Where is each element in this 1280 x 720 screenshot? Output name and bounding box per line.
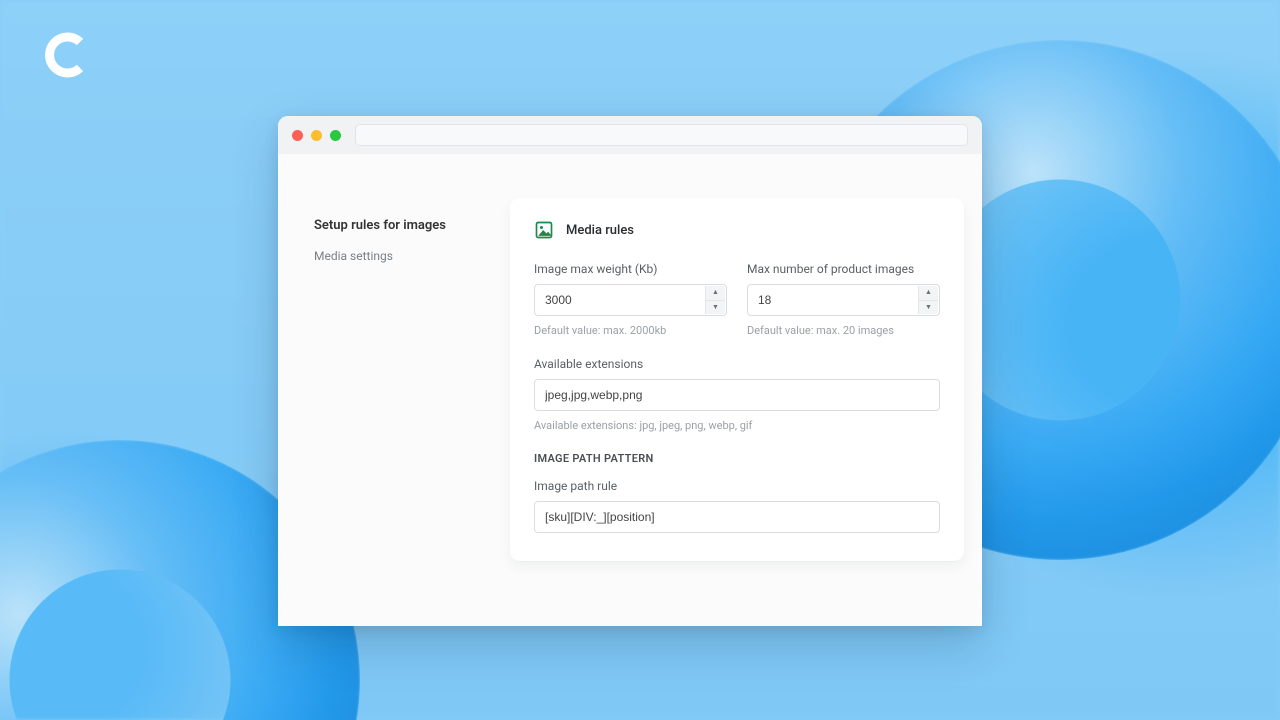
browser-content: Setup rules for images Media settings Me…	[278, 154, 982, 626]
url-bar[interactable]	[355, 124, 968, 146]
extensions-input[interactable]	[534, 379, 940, 411]
browser-window: Setup rules for images Media settings Me…	[278, 116, 982, 626]
main-panel: Media rules Image max weight (Kb) ▲ ▼ De…	[510, 154, 982, 626]
stepper-up-icon[interactable]: ▲	[919, 286, 938, 301]
media-rules-card: Media rules Image max weight (Kb) ▲ ▼ De…	[510, 198, 964, 561]
max-weight-label: Image max weight (Kb)	[534, 262, 727, 276]
max-weight-input[interactable]	[534, 284, 727, 316]
path-rule-label: Image path rule	[534, 479, 940, 493]
field-max-images: Max number of product images ▲ ▼ Default…	[747, 262, 940, 337]
card-title: Media rules	[566, 223, 634, 238]
stepper-down-icon[interactable]: ▼	[919, 301, 938, 315]
sidebar-item-media-settings[interactable]: Media settings	[314, 249, 480, 263]
brand-logo	[44, 32, 90, 78]
field-extensions: Available extensions Available extension…	[534, 357, 940, 432]
extensions-label: Available extensions	[534, 357, 940, 371]
card-header: Media rules	[534, 220, 940, 240]
sidebar-title: Setup rules for images	[314, 218, 480, 233]
section-image-path-pattern: IMAGE PATH PATTERN	[534, 452, 940, 465]
max-images-stepper: ▲ ▼	[918, 286, 938, 314]
field-max-weight: Image max weight (Kb) ▲ ▼ Default value:…	[534, 262, 727, 337]
maximize-icon[interactable]	[330, 130, 341, 141]
stepper-down-icon[interactable]: ▼	[706, 301, 725, 315]
stepper-up-icon[interactable]: ▲	[706, 286, 725, 301]
max-weight-help: Default value: max. 2000kb	[534, 324, 727, 337]
sidebar: Setup rules for images Media settings	[278, 154, 510, 626]
max-images-label: Max number of product images	[747, 262, 940, 276]
minimize-icon[interactable]	[311, 130, 322, 141]
close-icon[interactable]	[292, 130, 303, 141]
field-path-rule: Image path rule	[534, 479, 940, 533]
path-rule-input[interactable]	[534, 501, 940, 533]
image-icon	[534, 220, 554, 240]
extensions-help: Available extensions: jpg, jpeg, png, we…	[534, 419, 940, 432]
max-images-input[interactable]	[747, 284, 940, 316]
max-weight-stepper: ▲ ▼	[705, 286, 725, 314]
max-images-help: Default value: max. 20 images	[747, 324, 940, 337]
window-controls	[292, 130, 341, 141]
browser-titlebar	[278, 116, 982, 154]
